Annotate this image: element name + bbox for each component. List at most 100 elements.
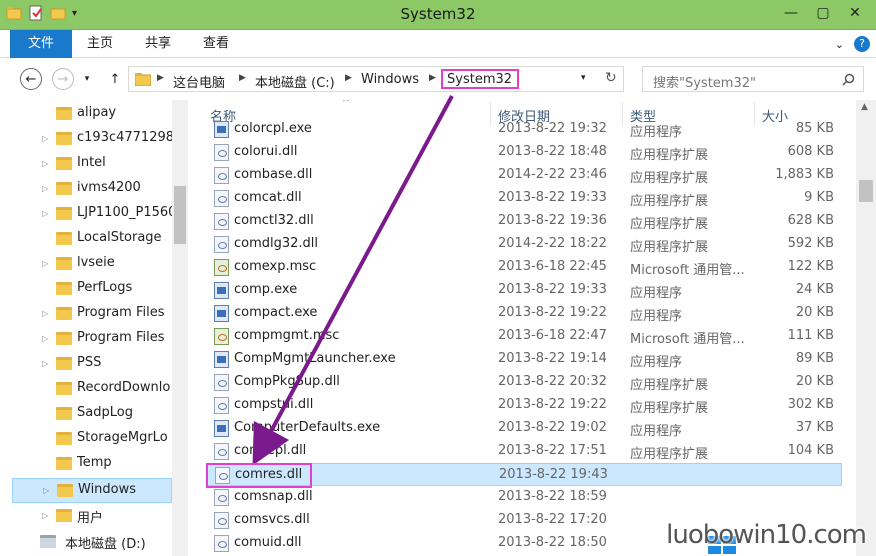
expand-ribbon-icon[interactable]: ⌄ xyxy=(835,38,844,51)
file-row[interactable]: CompMgmtLauncher.exe 2013-8-22 19:14 应用程序 8… xyxy=(206,348,842,371)
breadcrumb-local-disk-c[interactable]: 本地磁盘 (C:) xyxy=(255,72,335,91)
file-row[interactable]: CompPkgSup.dll 2013-8-22 20:32 应用程序扩展 20 KB xyxy=(206,371,842,394)
address-bar[interactable]: ▶ 这台电脑 ▶ 本地磁盘 (C:) ▶ Windows ▶ System32 … xyxy=(128,66,624,92)
breadcrumb-this-pc[interactable]: 这台电脑 xyxy=(173,72,225,91)
expand-arrow-icon[interactable]: ▷ xyxy=(42,359,48,368)
nav-item[interactable]: ▷ LJP1100_P1560 xyxy=(0,202,176,227)
nav-item[interactable]: RecordDownlo xyxy=(0,377,172,402)
file-row[interactable]: comctl32.dll 2013-8-22 19:36 应用程序扩展 628 KB xyxy=(206,210,842,233)
nav-item[interactable]: ▷ lvseie xyxy=(0,252,172,277)
close-button[interactable]: ✕ xyxy=(840,3,870,23)
file-size: 1,883 KB xyxy=(775,167,834,182)
file-row[interactable]: compmgmt.msc 2013-6-18 22:47 Microsoft 通用管… xyxy=(206,325,842,348)
minimize-button[interactable]: — xyxy=(776,3,806,23)
expand-arrow-icon[interactable]: ▷ xyxy=(42,184,48,193)
maximize-button[interactable]: ▢ xyxy=(808,3,838,23)
tab-home[interactable]: 主页 xyxy=(80,30,120,58)
file-row[interactable]: comdlg32.dll 2014-2-22 18:22 应用程序扩展 592 KB xyxy=(206,233,842,256)
address-dropdown-icon[interactable]: ▾ xyxy=(581,73,586,83)
nav-item[interactable]: ▷ ivms4200 xyxy=(0,177,172,202)
breadcrumb-separator-icon[interactable]: ▶ xyxy=(429,73,436,83)
folder-icon xyxy=(56,382,72,395)
nav-item[interactable]: ▷ 用户 xyxy=(0,504,172,529)
tab-file[interactable]: 文件 xyxy=(10,30,72,58)
expand-arrow-icon[interactable]: ▷ xyxy=(42,334,48,343)
expand-arrow-icon[interactable]: ▷ xyxy=(42,309,48,318)
file-list-scrollbar[interactable]: ▲ xyxy=(856,100,876,556)
scroll-up-icon[interactable]: ▲ xyxy=(861,102,868,112)
nav-item[interactable]: SadpLog xyxy=(0,402,172,427)
file-date: 2013-8-22 19:02 xyxy=(498,420,607,435)
expand-arrow-icon[interactable]: ▷ xyxy=(42,159,48,168)
file-name: comdlg32.dll xyxy=(234,236,319,251)
file-row[interactable]: comexp.msc 2013-6-18 22:45 Microsoft 通用管..… xyxy=(206,256,842,279)
msc-file-icon xyxy=(214,259,229,276)
expand-arrow-icon[interactable]: ▷ xyxy=(42,511,48,520)
file-row[interactable]: colorui.dll 2013-8-22 18:48 应用程序扩展 608 KB xyxy=(206,141,842,164)
sort-ascending-icon: ^ xyxy=(342,100,350,108)
file-date: 2013-8-22 18:48 xyxy=(498,144,607,159)
breadcrumb-separator-icon[interactable]: ▶ xyxy=(345,73,352,83)
folder-icon xyxy=(56,282,72,295)
system32-highlight-box xyxy=(441,69,519,89)
nav-item-label: c193c4771298a xyxy=(77,130,182,145)
file-row[interactable]: comp.exe 2013-8-22 19:33 应用程序 24 KB xyxy=(206,279,842,302)
nav-item[interactable]: ▷ PSS xyxy=(0,352,172,377)
nav-item[interactable]: StorageMgrLo xyxy=(0,427,172,452)
scrollbar-thumb[interactable] xyxy=(174,186,186,244)
file-name: comexp.msc xyxy=(234,259,317,274)
folder-icon xyxy=(56,509,72,522)
breadcrumb-separator-icon[interactable]: ▶ xyxy=(239,73,246,83)
tab-share[interactable]: 共享 xyxy=(138,30,178,58)
file-date: 2013-8-22 19:43 xyxy=(499,467,608,482)
nav-item[interactable]: alipay xyxy=(0,102,172,127)
file-row[interactable]: compstui.dll 2013-8-22 19:22 应用程序扩展 302 KB xyxy=(206,394,842,417)
nav-item[interactable]: LocalStorage xyxy=(0,227,172,252)
tab-view[interactable]: 查看 xyxy=(196,30,236,58)
search-box[interactable]: 搜索"System32" xyxy=(642,66,864,92)
nav-item-label: PSS xyxy=(77,355,102,370)
search-icon[interactable] xyxy=(842,73,855,86)
nav-item[interactable]: ▷ Program Files xyxy=(0,302,172,327)
navigation-pane-scrollbar[interactable] xyxy=(172,100,188,556)
nav-item[interactable]: ▷ Windows xyxy=(12,478,172,503)
dll-file-icon xyxy=(214,397,229,414)
file-row[interactable]: combase.dll 2014-2-22 23:46 应用程序扩展 1,883 KB xyxy=(206,164,842,187)
scrollbar-thumb[interactable] xyxy=(859,180,873,202)
nav-item-label: PerfLogs xyxy=(77,280,133,295)
file-row[interactable]: comrepl.dll 2013-8-22 17:51 应用程序扩展 104 KB xyxy=(206,440,842,463)
file-row[interactable]: colorcpl.exe 2013-8-22 19:32 应用程序 85 KB xyxy=(206,118,842,141)
exe-file-icon xyxy=(214,420,229,437)
file-row[interactable]: compact.exe 2013-8-22 19:22 应用程序 20 KB xyxy=(206,302,842,325)
drive-icon xyxy=(40,535,56,548)
nav-item[interactable]: ▷ Program Files xyxy=(0,327,172,352)
expand-arrow-icon[interactable]: ▷ xyxy=(42,259,48,268)
help-icon[interactable]: ? xyxy=(854,36,870,52)
nav-item[interactable]: ▷本地磁盘 (D:) xyxy=(0,530,172,555)
forward-button[interactable]: → xyxy=(52,68,74,90)
ribbon-tabs: 文件 主页 共享 查看 ⌄ ? xyxy=(0,30,876,58)
breadcrumb-windows[interactable]: Windows xyxy=(361,72,419,87)
nav-item[interactable]: ▷ c193c4771298a xyxy=(0,127,182,152)
file-row[interactable]: ComputerDefaults.exe 2013-8-22 19:02 应用程序 3… xyxy=(206,417,842,440)
pane-divider[interactable] xyxy=(188,100,200,556)
nav-item[interactable]: Temp xyxy=(0,452,172,477)
expand-arrow-icon[interactable]: ▷ xyxy=(42,134,48,143)
expand-arrow-icon[interactable]: ▷ xyxy=(43,486,49,495)
file-size: 104 KB xyxy=(787,443,834,458)
nav-item[interactable]: PerfLogs xyxy=(0,277,172,302)
breadcrumb-separator-icon[interactable]: ▶ xyxy=(157,73,164,83)
expand-arrow-icon[interactable]: ▷ xyxy=(42,209,48,218)
file-size: 24 KB xyxy=(795,282,834,297)
file-row[interactable]: comsnap.dll 2013-8-22 18:59 xyxy=(206,486,842,509)
nav-item[interactable]: ▷ Intel xyxy=(0,152,172,177)
back-button[interactable]: ← xyxy=(20,68,42,90)
recent-locations-icon[interactable]: ▾ xyxy=(80,68,94,90)
refresh-icon[interactable]: ↻ xyxy=(605,70,617,86)
file-row[interactable]: comcat.dll 2013-8-22 19:33 应用程序扩展 9 KB xyxy=(206,187,842,210)
file-date: 2013-8-22 17:51 xyxy=(498,443,607,458)
nav-item-label: Intel xyxy=(77,155,106,170)
up-button[interactable]: ↑ xyxy=(104,68,126,90)
ribbon-right-controls: ⌄ ? xyxy=(835,36,870,52)
file-date: 2013-8-22 20:32 xyxy=(498,374,607,389)
